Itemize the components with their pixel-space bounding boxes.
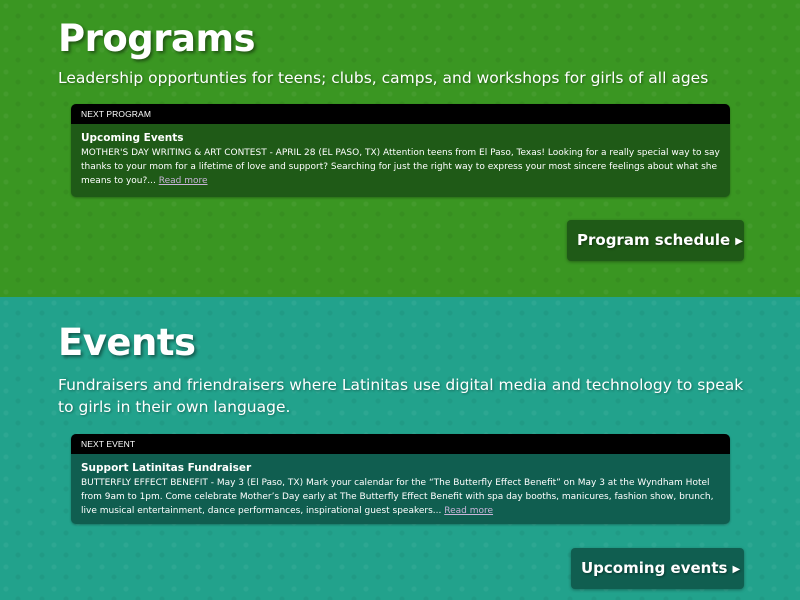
next-program-description: MOTHER'S DAY WRITING & ART CONTEST - APR…: [81, 146, 720, 188]
next-program-body: Upcoming Events MOTHER'S DAY WRITING & A…: [71, 124, 730, 188]
arrow-right-icon: ▶: [735, 236, 743, 247]
arrow-right-icon: ▶: [732, 564, 741, 575]
programs-section: Programs Leadership opportunties for tee…: [0, 0, 800, 297]
next-event-description: BUTTERFLY EFFECT BENEFIT - May 3 (El Pas…: [81, 476, 720, 518]
program-schedule-label: Program schedule: [577, 231, 731, 249]
upcoming-events-label: Upcoming events: [581, 559, 728, 577]
upcoming-events-button[interactable]: Upcoming events ▶: [571, 548, 744, 589]
events-section: Events Fundraisers and friendraisers whe…: [0, 297, 800, 600]
events-subtitle: Fundraisers and friendraisers where Lati…: [58, 376, 744, 416]
next-program-card: NEXT PROGRAM Upcoming Events MOTHER'S DA…: [71, 104, 730, 197]
next-event-card: NEXT EVENT Support Latinitas Fundraiser …: [71, 434, 730, 524]
next-program-header: NEXT PROGRAM: [71, 104, 730, 124]
next-event-text: BUTTERFLY EFFECT BENEFIT - May 3 (El Pas…: [81, 478, 714, 516]
next-event-header: NEXT EVENT: [71, 434, 730, 454]
next-program-title: Upcoming Events: [81, 132, 184, 144]
read-more-link[interactable]: Read more: [444, 506, 493, 516]
read-more-link[interactable]: Read more: [159, 176, 208, 186]
next-event-title: Support Latinitas Fundraiser: [81, 462, 252, 474]
programs-subtitle: Leadership opportunties for teens; clubs…: [58, 69, 709, 87]
events-title: Events: [58, 321, 196, 364]
program-schedule-button[interactable]: Program schedule ▶: [567, 220, 744, 261]
programs-title: Programs: [58, 17, 256, 60]
next-event-body: Support Latinitas Fundraiser BUTTERFLY E…: [71, 454, 730, 518]
